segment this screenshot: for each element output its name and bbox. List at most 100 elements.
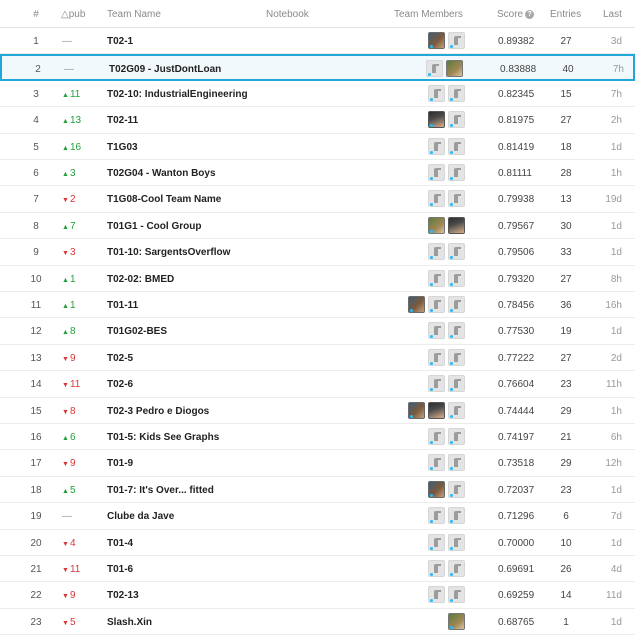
table-row[interactable]: 13 ▼9 T02-5 0.77222 27 2d [0,345,635,372]
default-avatar-icon[interactable] [448,428,465,445]
default-avatar-icon[interactable] [428,296,445,313]
team-name-link[interactable]: T02-1 [107,36,133,47]
team-name-link[interactable]: T02G09 - JustDontLoan [109,64,221,75]
avatar[interactable] [448,612,465,630]
avatar[interactable] [408,296,425,313]
default-avatar-icon[interactable] [428,560,445,577]
table-row[interactable]: 14 ▼11 T02-6 0.76604 23 11h [0,371,635,398]
table-row[interactable]: 2 — T02G09 - JustDontLoan 0.83888 40 7h [0,54,635,81]
table-row[interactable]: 1 — T02-1 0.89382 27 3d [0,28,635,55]
default-avatar-icon[interactable] [448,375,465,393]
default-avatar-icon[interactable] [448,84,465,102]
default-avatar-icon[interactable] [448,243,465,261]
default-avatar-icon[interactable] [428,375,445,393]
default-avatar-icon[interactable] [428,428,445,445]
default-avatar-icon[interactable] [448,322,465,340]
table-row[interactable]: 17 ▼9 T01-9 0.73518 29 12h [0,450,635,477]
team-name-link[interactable]: T02-5 [107,353,133,364]
default-avatar-icon[interactable] [426,60,443,78]
team-name-link[interactable]: T02-13 [107,590,139,601]
team-name-link[interactable]: Clube da Jave [107,511,174,522]
table-row[interactable]: 19 — Clube da Jave 0.71296 6 7d [0,503,635,530]
avatar[interactable] [428,32,445,49]
table-row[interactable]: 4 ▲13 T02-11 0.81975 27 2h [0,107,635,134]
team-name-link[interactable]: T1G03 [107,142,138,153]
default-avatar-icon[interactable] [448,137,465,155]
header-notebook[interactable]: Notebook [266,9,309,20]
team-name-link[interactable]: T1G08-Cool Team Name [107,194,221,205]
team-name-link[interactable]: T02-02: BMED [107,274,174,285]
default-avatar-icon[interactable] [448,269,465,287]
table-row[interactable]: 16 ▲6 T01-5: Kids See Graphs 0.74197 21 6h [0,424,635,451]
team-name-link[interactable]: T01-4 [107,538,133,549]
default-avatar-icon[interactable] [428,586,445,604]
header-team-name[interactable]: Team Name [107,9,161,20]
table-row[interactable]: 22 ▼9 T02-13 0.69259 14 11d [0,582,635,609]
table-row[interactable]: 6 ▲3 T02G04 - Wanton Boys 0.81111 28 1h [0,160,635,187]
table-row[interactable]: 12 ▲8 T01G02-BES 0.77530 19 1d [0,318,635,345]
default-avatar-icon[interactable] [428,507,445,525]
team-name-link[interactable]: T01-5: Kids See Graphs [107,432,219,443]
table-row[interactable]: 23 ▼5 Slash.Xin 0.68765 1 1d [0,609,635,636]
team-name-link[interactable]: T01G02-BES [107,326,167,337]
default-avatar-icon[interactable] [428,533,445,551]
default-avatar-icon[interactable] [428,137,445,155]
table-row[interactable]: 3 ▲11 T02-10: IndustrialEngineering 0.82345… [0,81,635,108]
default-avatar-icon[interactable] [448,348,465,366]
help-icon[interactable]: ? [525,9,535,19]
default-avatar-icon[interactable] [448,164,465,181]
table-row[interactable]: 8 ▲7 T01G1 - Cool Group 0.79567 30 1d [0,213,635,240]
team-name-link[interactable]: T01G1 - Cool Group [107,221,201,232]
header-last[interactable]: Last [603,9,622,20]
team-name-link[interactable]: T01-11 [107,300,138,311]
team-name-link[interactable]: T02-6 [107,379,133,390]
table-row[interactable]: 7 ▼2 T1G08-Cool Team Name 0.79938 13 19d [0,186,635,213]
table-row[interactable]: 5 ▲16 T1G03 0.81419 18 1d [0,134,635,160]
default-avatar-icon[interactable] [448,32,465,49]
table-row[interactable]: 21 ▼11 T01-6 0.69691 26 4d [0,556,635,583]
default-avatar-icon[interactable] [448,111,465,129]
default-avatar-icon[interactable] [428,84,445,102]
default-avatar-icon[interactable] [428,454,445,472]
table-row[interactable]: 10 ▲1 T02-02: BMED 0.79320 27 8h [0,266,635,292]
avatar[interactable] [446,60,463,78]
default-avatar-icon[interactable] [428,269,445,287]
default-avatar-icon[interactable] [428,348,445,366]
team-name-link[interactable]: T02-3 Pedro e Diogos [107,406,209,417]
team-name-link[interactable]: Slash.Xin [107,617,152,628]
team-name-link[interactable]: T01-10: SargentsOverflow [107,247,230,258]
default-avatar-icon[interactable] [428,190,445,208]
header-score-label[interactable]: Score [497,9,523,20]
header-team-members[interactable]: Team Members [394,9,463,20]
default-avatar-icon[interactable] [428,322,445,340]
default-avatar-icon[interactable] [428,164,445,181]
default-avatar-icon[interactable] [448,190,465,208]
default-avatar-icon[interactable] [428,243,445,261]
default-avatar-icon[interactable] [448,480,465,498]
avatar[interactable] [428,401,445,419]
avatar[interactable] [448,216,465,234]
team-name-link[interactable]: T01-6 [107,564,133,575]
default-avatar-icon[interactable] [448,507,465,525]
table-row[interactable]: 15 ▼8 T02-3 Pedro e Diogos 0.74444 29 1h [0,398,635,424]
team-name-link[interactable]: T02-11 [107,115,138,126]
table-row[interactable]: 18 ▲5 T01-7: It's Over... fitted 0.72037 23 1… [0,477,635,504]
default-avatar-icon[interactable] [448,533,465,551]
avatar[interactable] [428,111,445,129]
table-row[interactable]: 9 ▼3 T01-10: SargentsOverflow 0.79506 33 1d [0,239,635,266]
default-avatar-icon[interactable] [448,401,465,419]
avatar[interactable] [408,401,425,419]
default-avatar-icon[interactable] [448,454,465,472]
default-avatar-icon[interactable] [448,560,465,577]
table-row[interactable]: 20 ▼4 T01-4 0.70000 10 1d [0,530,635,556]
header-delta-pub[interactable]: △pub [61,9,85,20]
default-avatar-icon[interactable] [448,296,465,313]
team-name-link[interactable]: T02G04 - Wanton Boys [107,168,216,179]
avatar[interactable] [428,216,445,234]
header-score[interactable]: Score? [497,9,535,20]
header-entries[interactable]: Entries [550,9,581,20]
team-name-link[interactable]: T01-7: It's Over... fitted [107,485,214,496]
header-rank[interactable]: # [30,9,42,20]
table-row[interactable]: 11 ▲1 T01-11 0.78456 36 16h [0,292,635,319]
team-name-link[interactable]: T01-9 [107,458,133,469]
